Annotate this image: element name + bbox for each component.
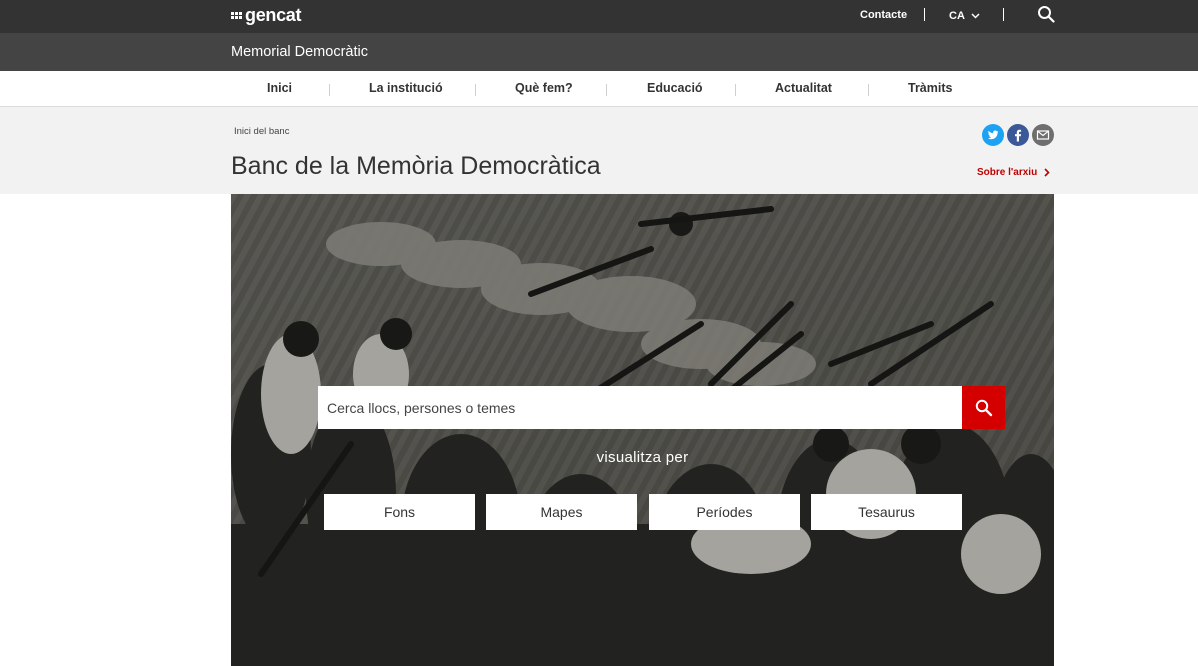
facebook-icon bbox=[1015, 129, 1022, 142]
twitter-share-button[interactable] bbox=[982, 124, 1004, 146]
main-nav: Inici La institució Què fem? Educació Ac… bbox=[0, 71, 1198, 107]
chevron-right-icon bbox=[1044, 168, 1050, 177]
nav-separator bbox=[329, 84, 330, 96]
language-label: CA bbox=[949, 10, 965, 22]
archive-search-box bbox=[318, 386, 962, 429]
top-bar: gencat Contacte CA bbox=[0, 0, 1198, 33]
nav-separator bbox=[475, 84, 476, 96]
nav-separator bbox=[868, 84, 869, 96]
archive-search-button[interactable] bbox=[962, 386, 1005, 429]
top-separator bbox=[924, 8, 925, 21]
nav-separator bbox=[735, 84, 736, 96]
email-share-button[interactable] bbox=[1032, 124, 1054, 146]
nav-item-que-fem[interactable]: Què fem? bbox=[515, 81, 573, 95]
chevron-down-icon bbox=[971, 13, 980, 19]
nav-separator bbox=[606, 84, 607, 96]
nav-item-inici[interactable]: Inici bbox=[267, 81, 292, 95]
logo-dots-icon bbox=[231, 11, 242, 19]
top-separator bbox=[1003, 8, 1004, 21]
view-by-tesaurus-button[interactable]: Tesaurus bbox=[811, 494, 962, 530]
nav-item-educacio[interactable]: Educació bbox=[647, 81, 703, 95]
view-by-mapes-button[interactable]: Mapes bbox=[486, 494, 637, 530]
breadcrumb[interactable]: Inici del banc bbox=[234, 126, 289, 137]
about-archive-link[interactable]: Sobre l'arxiu bbox=[977, 167, 1050, 178]
search-icon bbox=[975, 399, 992, 416]
nav-item-la-institucio[interactable]: La institució bbox=[369, 81, 443, 95]
logo-text: gencat bbox=[245, 4, 302, 25]
facebook-share-button[interactable] bbox=[1007, 124, 1029, 146]
twitter-icon bbox=[987, 130, 999, 140]
email-icon bbox=[1036, 130, 1050, 140]
site-title[interactable]: Memorial Democràtic bbox=[231, 44, 368, 60]
view-by-periodes-button[interactable]: Períodes bbox=[649, 494, 800, 530]
site-bar: Memorial Democràtic bbox=[0, 33, 1198, 71]
gencat-logo[interactable]: gencat bbox=[231, 4, 302, 26]
view-by-label: visualitza per bbox=[596, 449, 689, 466]
language-selector[interactable]: CA bbox=[949, 10, 980, 22]
archive-search-input[interactable] bbox=[318, 387, 947, 428]
about-archive-label: Sobre l'arxiu bbox=[977, 167, 1038, 178]
nav-item-actualitat[interactable]: Actualitat bbox=[775, 81, 832, 95]
page-header: Inici del banc Banc de la Memòria Democr… bbox=[0, 107, 1198, 194]
nav-item-tramits[interactable]: Tràmits bbox=[908, 81, 952, 95]
hero-background-photo bbox=[231, 194, 1054, 666]
contact-link[interactable]: Contacte bbox=[860, 9, 907, 21]
page-title: Banc de la Memòria Democràtica bbox=[231, 152, 601, 180]
search-icon[interactable] bbox=[1037, 5, 1055, 23]
hero-section: visualitza per Fons Mapes Períodes Tesau… bbox=[231, 194, 1054, 666]
view-by-fons-button[interactable]: Fons bbox=[324, 494, 475, 530]
